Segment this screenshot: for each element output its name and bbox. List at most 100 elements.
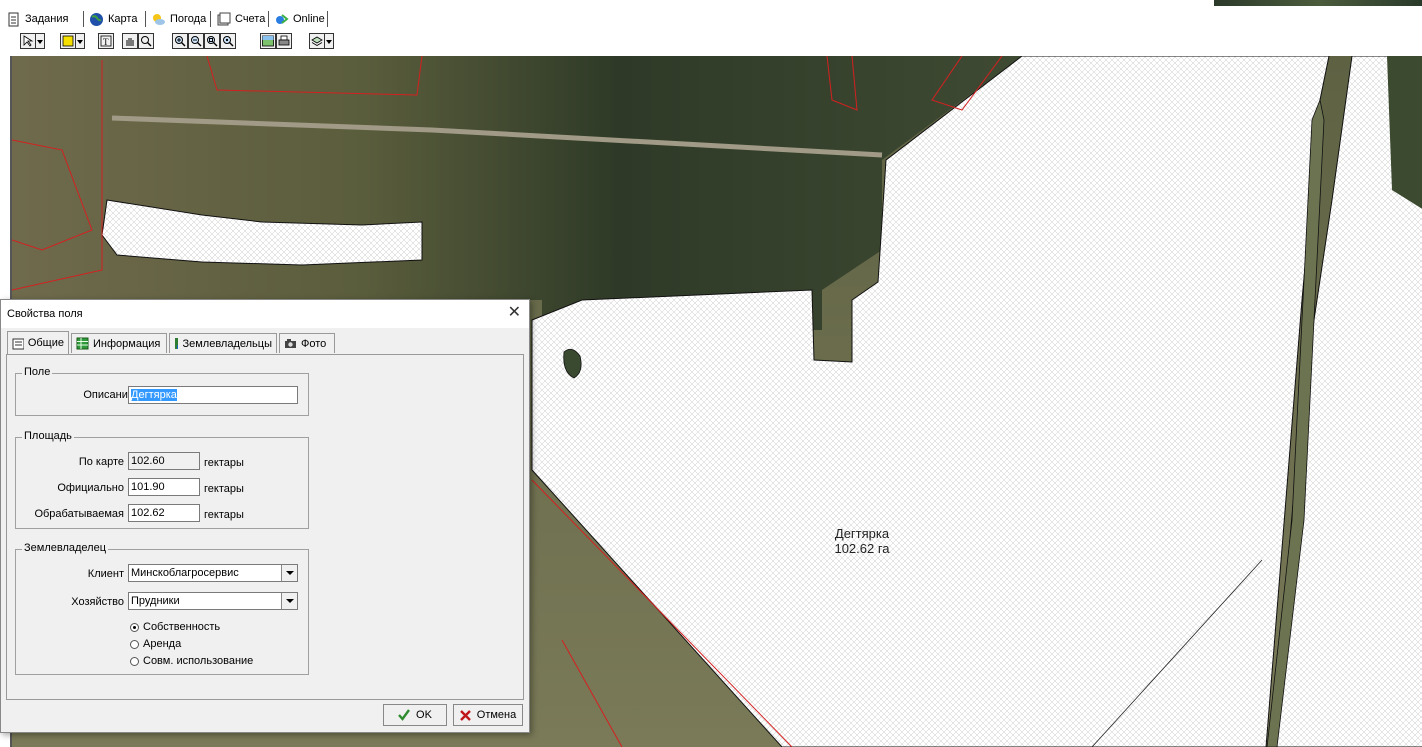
- radio-dot[interactable]: [130, 656, 139, 666]
- tab-pogoda[interactable]: Погода: [151, 10, 206, 28]
- tab-scheta[interactable]: Счета: [216, 10, 265, 28]
- info-tool-button[interactable]: [138, 33, 154, 49]
- layers-button[interactable]: [309, 33, 325, 49]
- field-map-label: Дегтярка 102.62 га: [812, 526, 912, 556]
- select-tool-dropdown[interactable]: [36, 33, 45, 49]
- checkmark-icon: [398, 709, 411, 721]
- tab-general[interactable]: Общие: [7, 331, 69, 354]
- pan-tool-icon: [126, 38, 134, 46]
- invoice-icon: [217, 12, 231, 25]
- client-select[interactable]: Минскоблагросервис: [128, 564, 298, 582]
- field-group: Поле Описание Дегтярка: [15, 366, 309, 416]
- weather-icon: [153, 13, 165, 25]
- layers-dropdown[interactable]: [325, 33, 334, 49]
- field-tool-dropdown[interactable]: [76, 33, 85, 49]
- select-tool-button[interactable]: [20, 33, 36, 49]
- unit-label: гектары: [204, 457, 244, 469]
- tab-label: Погода: [170, 13, 207, 25]
- radio-dot[interactable]: [130, 639, 139, 649]
- general-tab-panel: Поле Описание Дегтярка Площадь По карте …: [6, 354, 524, 700]
- layers-icon: [311, 36, 323, 46]
- field-tool-button[interactable]: [60, 33, 76, 49]
- tab-label: Общие: [27, 337, 64, 349]
- client-label: Клиент: [87, 568, 124, 580]
- field-label-area: 102.62 га: [834, 541, 890, 556]
- farm-value: Прудники: [131, 595, 180, 607]
- cross-icon: [459, 709, 471, 721]
- dialog-title: Свойства поля: [7, 308, 83, 320]
- area-group-legend: Площадь: [22, 430, 74, 442]
- official-area-label: Официально: [57, 482, 124, 494]
- radio-label: Совм. использование: [143, 655, 254, 667]
- tab-label: Карта: [108, 13, 138, 25]
- map-toolbar: T: [0, 30, 1422, 56]
- tab-label: Землевладельцы: [182, 337, 272, 350]
- radio-joint-use[interactable]: Совм. использование: [130, 655, 253, 667]
- cancel-button[interactable]: Отмена: [453, 704, 523, 726]
- zoom-out-icon: [191, 36, 202, 47]
- close-icon[interactable]: ✕: [508, 304, 521, 322]
- text-tool-button[interactable]: T: [98, 33, 114, 49]
- chevron-down-icon[interactable]: [281, 565, 297, 581]
- ok-button[interactable]: OK: [383, 704, 447, 726]
- map-preview-thumbnail: [1214, 0, 1422, 6]
- farm-select[interactable]: Прудники: [128, 592, 298, 610]
- landowner-icon: [175, 338, 179, 349]
- select-tool-icon: [23, 35, 34, 47]
- info-tool-icon: [141, 36, 152, 47]
- cancel-label: Отмена: [476, 709, 517, 721]
- zoom-area-icon: [207, 36, 218, 47]
- map-area-input: 102.60: [128, 452, 200, 470]
- description-input[interactable]: Дегтярка: [128, 386, 298, 404]
- zoom-in-icon: [175, 36, 186, 47]
- official-area-input[interactable]: 101.90: [128, 478, 200, 496]
- properties-icon: [12, 338, 24, 349]
- text-tool-icon: T: [100, 35, 112, 47]
- tab-online[interactable]: Online: [274, 10, 325, 28]
- tab-separator: [268, 11, 269, 27]
- zoom-extent-button[interactable]: [220, 33, 236, 49]
- description-label: Описание: [83, 389, 134, 401]
- radio-label: Аренда: [143, 638, 182, 650]
- tab-photo[interactable]: Фото: [279, 333, 335, 353]
- print-icon: [278, 35, 290, 46]
- radio-lease[interactable]: Аренда: [130, 638, 181, 650]
- image-button[interactable]: [260, 33, 276, 49]
- tab-information[interactable]: Информация: [71, 333, 167, 353]
- tab-separator: [210, 11, 211, 27]
- zoom-in-button[interactable]: [172, 33, 188, 49]
- map-area-label: По карте: [78, 456, 124, 468]
- globe-icon: [90, 12, 103, 26]
- svg-text:T: T: [103, 37, 109, 47]
- zoom-area-button[interactable]: [204, 33, 220, 49]
- field-label-name: Дегтярка: [834, 526, 890, 541]
- tab-label: Информация: [93, 337, 161, 350]
- zoom-extent-icon: [223, 36, 234, 47]
- satellite-patch-right: [1387, 56, 1422, 209]
- chevron-down-icon[interactable]: [281, 593, 297, 609]
- zoom-out-button[interactable]: [188, 33, 204, 49]
- landowner-group: Землевладелец Клиент Минскоблагросервис …: [15, 542, 309, 675]
- radio-ownership[interactable]: Собственность: [130, 621, 220, 633]
- tab-label: Задания: [25, 13, 69, 25]
- tab-label: Online: [293, 13, 325, 25]
- farm-label: Хозяйство: [71, 596, 124, 608]
- client-value: Минскоблагросервис: [131, 567, 239, 579]
- ok-label: OK: [416, 709, 432, 721]
- tab-separator: [145, 11, 146, 27]
- table-icon: [76, 337, 89, 350]
- print-button[interactable]: [276, 33, 292, 49]
- tab-landowners[interactable]: Землевладельцы: [169, 333, 277, 353]
- description-value: Дегтярка: [131, 389, 177, 401]
- tab-label: Счета: [235, 13, 266, 25]
- radio-dot-checked[interactable]: [130, 622, 139, 632]
- field-tool-icon: [62, 35, 74, 47]
- worked-area-label: Обрабатываемая: [34, 508, 124, 520]
- image-icon: [262, 35, 274, 47]
- pan-tool-button[interactable]: [122, 33, 138, 49]
- tab-zadaniya[interactable]: Задания: [6, 10, 68, 28]
- tab-karta[interactable]: Карта: [89, 10, 137, 28]
- tab-separator: [327, 11, 328, 27]
- dialog-title-bar[interactable]: Свойства поля ✕: [1, 300, 529, 328]
- worked-area-input[interactable]: 102.62: [128, 504, 200, 522]
